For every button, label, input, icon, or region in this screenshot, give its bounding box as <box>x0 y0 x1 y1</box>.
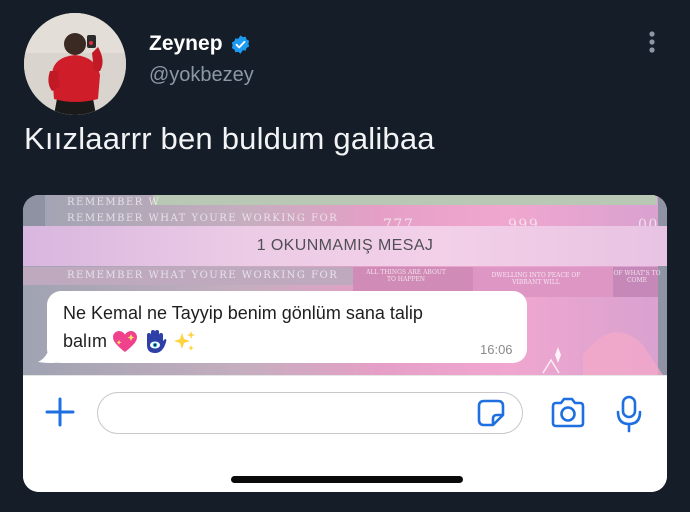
message-input[interactable] <box>97 392 523 434</box>
sticker-icon[interactable] <box>476 398 506 428</box>
tweet-media-image[interactable]: REMEMBER W REMEMBER WHAT YOURE WORKING F… <box>23 195 667 492</box>
unread-messages-banner: 1 OKUNMAMIŞ MESAJ <box>23 226 667 266</box>
sparkling-heart-icon <box>113 331 138 353</box>
microphone-icon[interactable] <box>615 394 643 434</box>
home-indicator <box>231 476 463 483</box>
avatar[interactable] <box>24 13 126 115</box>
message-line-1: Ne Kemal ne Tayyip benim gönlüm sana tal… <box>63 303 423 323</box>
plus-icon[interactable] <box>43 395 77 429</box>
hamsa-icon <box>147 330 167 354</box>
verified-badge-icon <box>231 34 249 54</box>
display-name[interactable]: Zeynep <box>149 32 223 56</box>
author-handle[interactable]: @yokbezey <box>149 64 254 87</box>
tweet-text: Kıızlaarrr ben buldum galibaa <box>24 121 435 156</box>
profile-photo <box>24 13 126 115</box>
sparkles-icon <box>174 331 196 352</box>
camera-icon[interactable] <box>549 396 587 430</box>
unread-banner-label: 1 OKUNMAMIŞ MESAJ <box>256 237 434 254</box>
message-composer <box>23 375 667 492</box>
message-text: Ne Kemal ne Tayyip benim gönlüm sana tal… <box>63 299 533 355</box>
message-line-2-row: balım <box>63 327 533 355</box>
vertical-ellipsis-icon[interactable] <box>642 28 662 56</box>
message-time: 16:06 <box>480 342 513 357</box>
message-line-2: balım <box>63 331 108 351</box>
author-name-row: Zeynep <box>149 32 251 56</box>
